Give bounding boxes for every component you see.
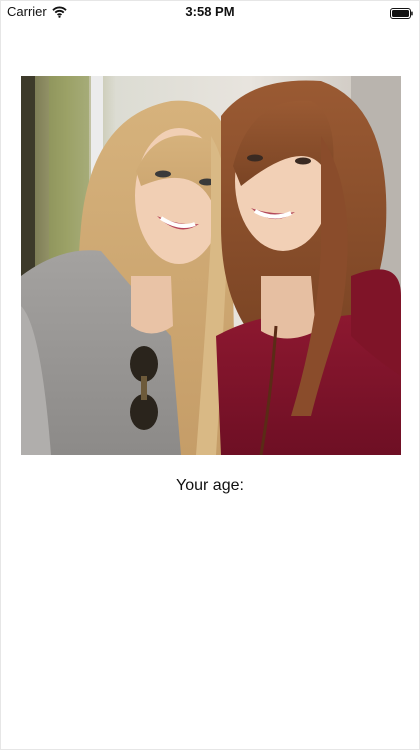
battery-icon (390, 6, 413, 19)
selfie-photo (21, 76, 401, 455)
status-time: 3:58 PM (185, 4, 235, 19)
status-bar: Carrier 3:58 PM (1, 1, 419, 23)
app-screen: Carrier 3:58 PM Your age: (0, 0, 420, 750)
age-label: Your age: (176, 477, 244, 494)
